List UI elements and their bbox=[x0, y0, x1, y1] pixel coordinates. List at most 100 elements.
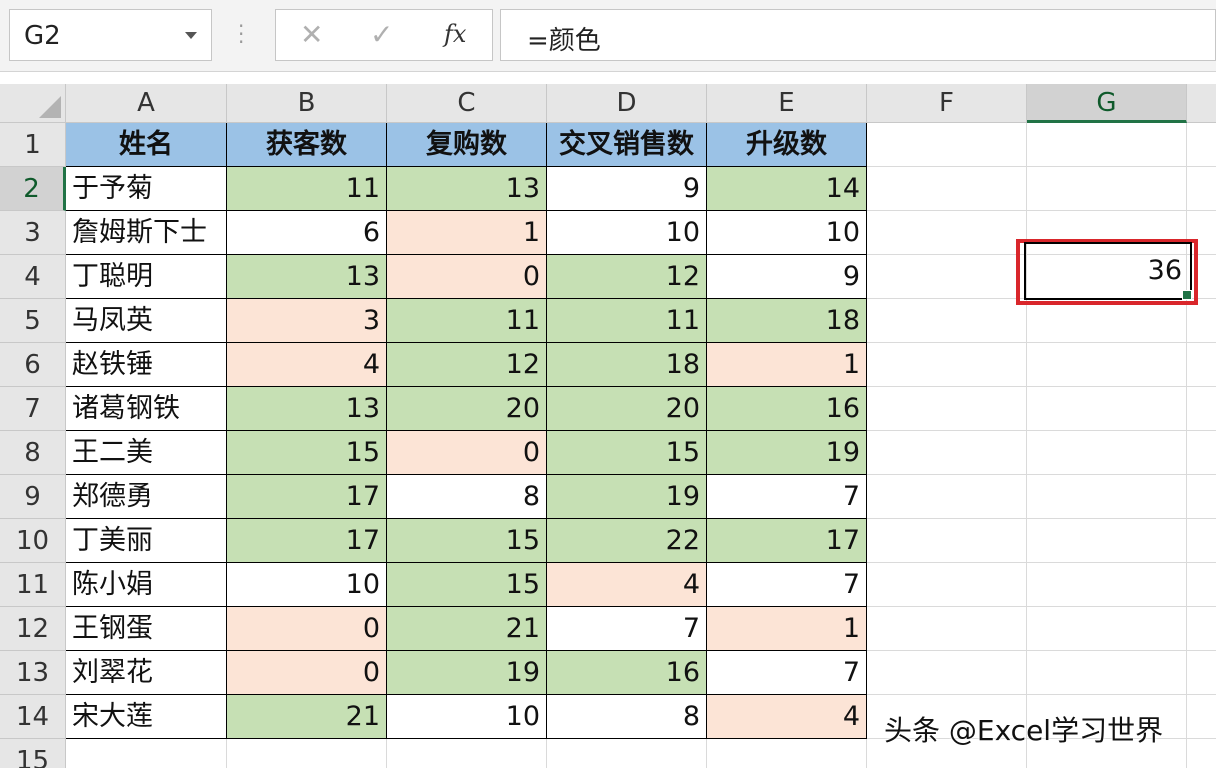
empty-cell[interactable] bbox=[867, 563, 1027, 607]
value-cell[interactable]: 7 bbox=[707, 475, 867, 519]
empty-cell[interactable] bbox=[1027, 343, 1187, 387]
empty-cell[interactable] bbox=[1187, 739, 1216, 768]
name-cell[interactable]: 马凤英 bbox=[66, 299, 227, 343]
value-cell[interactable]: 19 bbox=[707, 431, 867, 475]
value-cell[interactable]: 13 bbox=[227, 387, 387, 431]
value-cell[interactable]: 9 bbox=[707, 255, 867, 299]
name-cell[interactable]: 陈小娟 bbox=[66, 563, 227, 607]
value-cell[interactable]: 0 bbox=[227, 651, 387, 695]
empty-cell[interactable] bbox=[1187, 695, 1216, 739]
row-header-12[interactable]: 12 bbox=[0, 607, 66, 651]
select-all-button[interactable] bbox=[0, 84, 66, 123]
value-cell[interactable]: 16 bbox=[707, 387, 867, 431]
name-cell[interactable]: 于予菊 bbox=[66, 167, 227, 211]
value-cell[interactable]: 16 bbox=[547, 651, 707, 695]
name-cell[interactable]: 赵铁锤 bbox=[66, 343, 227, 387]
empty-cell[interactable] bbox=[1027, 167, 1187, 211]
empty-cell[interactable] bbox=[1187, 651, 1216, 695]
column-header-g[interactable]: G bbox=[1027, 84, 1187, 123]
column-header-f[interactable]: F bbox=[867, 84, 1027, 123]
empty-cell[interactable] bbox=[547, 739, 707, 768]
value-cell[interactable]: 17 bbox=[707, 519, 867, 563]
empty-cell[interactable] bbox=[867, 387, 1027, 431]
empty-cell[interactable] bbox=[867, 255, 1027, 299]
value-cell[interactable]: 1 bbox=[707, 607, 867, 651]
name-cell[interactable]: 丁美丽 bbox=[66, 519, 227, 563]
value-cell[interactable]: 10 bbox=[707, 211, 867, 255]
empty-cell[interactable] bbox=[1027, 607, 1187, 651]
empty-cell[interactable] bbox=[1027, 519, 1187, 563]
empty-cell[interactable] bbox=[1027, 123, 1187, 167]
empty-cell[interactable] bbox=[1187, 343, 1216, 387]
value-cell[interactable]: 10 bbox=[387, 695, 547, 739]
worksheet-grid[interactable]: ABCDEFG 1 2 3 4 5 6 7 8 9 10 11 12 13 14 15 姓名 获客数 复购数 交叉… bbox=[0, 84, 1216, 768]
value-cell[interactable]: 11 bbox=[227, 167, 387, 211]
value-cell[interactable]: 17 bbox=[227, 519, 387, 563]
empty-cell[interactable] bbox=[867, 123, 1027, 167]
value-cell[interactable]: 8 bbox=[387, 475, 547, 519]
name-box[interactable]: G2 bbox=[9, 9, 212, 61]
row-header-6[interactable]: 6 bbox=[0, 343, 66, 387]
value-cell[interactable]: 7 bbox=[707, 563, 867, 607]
name-cell[interactable]: 王二美 bbox=[66, 431, 227, 475]
value-cell[interactable]: 10 bbox=[547, 211, 707, 255]
row-header-14[interactable]: 14 bbox=[0, 695, 66, 739]
enter-icon[interactable]: ✓ bbox=[370, 18, 393, 51]
row-header-7[interactable]: 7 bbox=[0, 387, 66, 431]
column-header-h[interactable] bbox=[1187, 84, 1216, 123]
empty-cell[interactable] bbox=[867, 431, 1027, 475]
row-header-9[interactable]: 9 bbox=[0, 475, 66, 519]
row-header-1[interactable]: 1 bbox=[0, 123, 66, 167]
value-cell[interactable]: 11 bbox=[387, 299, 547, 343]
empty-cell[interactable] bbox=[867, 167, 1027, 211]
empty-cell[interactable] bbox=[1187, 387, 1216, 431]
empty-cell[interactable] bbox=[1027, 299, 1187, 343]
table-header-cell[interactable]: 交叉销售数 bbox=[547, 123, 707, 167]
insert-function-icon[interactable]: fx bbox=[444, 20, 466, 48]
name-box-value[interactable]: G2 bbox=[24, 21, 61, 51]
value-cell[interactable]: 14 bbox=[707, 167, 867, 211]
empty-cell[interactable] bbox=[1187, 431, 1216, 475]
value-cell[interactable]: 0 bbox=[227, 607, 387, 651]
value-cell[interactable]: 4 bbox=[707, 695, 867, 739]
empty-cell[interactable] bbox=[707, 739, 867, 768]
column-header-c[interactable]: C bbox=[387, 84, 547, 123]
empty-cell[interactable] bbox=[387, 739, 547, 768]
formula-input[interactable]: =颜色 bbox=[500, 9, 1216, 61]
cell-G2[interactable]: 36 bbox=[1026, 244, 1182, 298]
row-header-13[interactable]: 13 bbox=[0, 651, 66, 695]
row-header-8[interactable]: 8 bbox=[0, 431, 66, 475]
empty-cell[interactable] bbox=[867, 651, 1027, 695]
value-cell[interactable]: 10 bbox=[227, 563, 387, 607]
value-cell[interactable]: 20 bbox=[547, 387, 707, 431]
row-header-5[interactable]: 5 bbox=[0, 299, 66, 343]
table-header-cell[interactable]: 升级数 bbox=[707, 123, 867, 167]
fill-handle[interactable] bbox=[1182, 290, 1192, 300]
empty-cell[interactable] bbox=[227, 739, 387, 768]
formula-text[interactable]: =颜色 bbox=[527, 20, 601, 57]
value-cell[interactable]: 4 bbox=[547, 563, 707, 607]
value-cell[interactable]: 9 bbox=[547, 167, 707, 211]
empty-cell[interactable] bbox=[1187, 607, 1216, 651]
empty-cell[interactable] bbox=[1187, 519, 1216, 563]
name-cell[interactable]: 诸葛钢铁 bbox=[66, 387, 227, 431]
column-header-b[interactable]: B bbox=[227, 84, 387, 123]
value-cell[interactable]: 22 bbox=[547, 519, 707, 563]
value-cell[interactable]: 15 bbox=[547, 431, 707, 475]
name-cell[interactable]: 王钢蛋 bbox=[66, 607, 227, 651]
empty-cell[interactable] bbox=[1187, 123, 1216, 167]
row-header-10[interactable]: 10 bbox=[0, 519, 66, 563]
value-cell[interactable]: 0 bbox=[387, 431, 547, 475]
empty-cell[interactable] bbox=[1027, 563, 1187, 607]
value-cell[interactable]: 15 bbox=[387, 519, 547, 563]
value-cell[interactable]: 19 bbox=[387, 651, 547, 695]
value-cell[interactable]: 17 bbox=[227, 475, 387, 519]
empty-cell[interactable] bbox=[867, 519, 1027, 563]
empty-cell[interactable] bbox=[867, 299, 1027, 343]
value-cell[interactable]: 13 bbox=[387, 167, 547, 211]
cancel-icon[interactable]: ✕ bbox=[300, 18, 323, 51]
value-cell[interactable]: 4 bbox=[227, 343, 387, 387]
value-cell[interactable]: 12 bbox=[547, 255, 707, 299]
empty-cell[interactable] bbox=[1027, 387, 1187, 431]
row-header-15[interactable]: 15 bbox=[0, 739, 66, 768]
